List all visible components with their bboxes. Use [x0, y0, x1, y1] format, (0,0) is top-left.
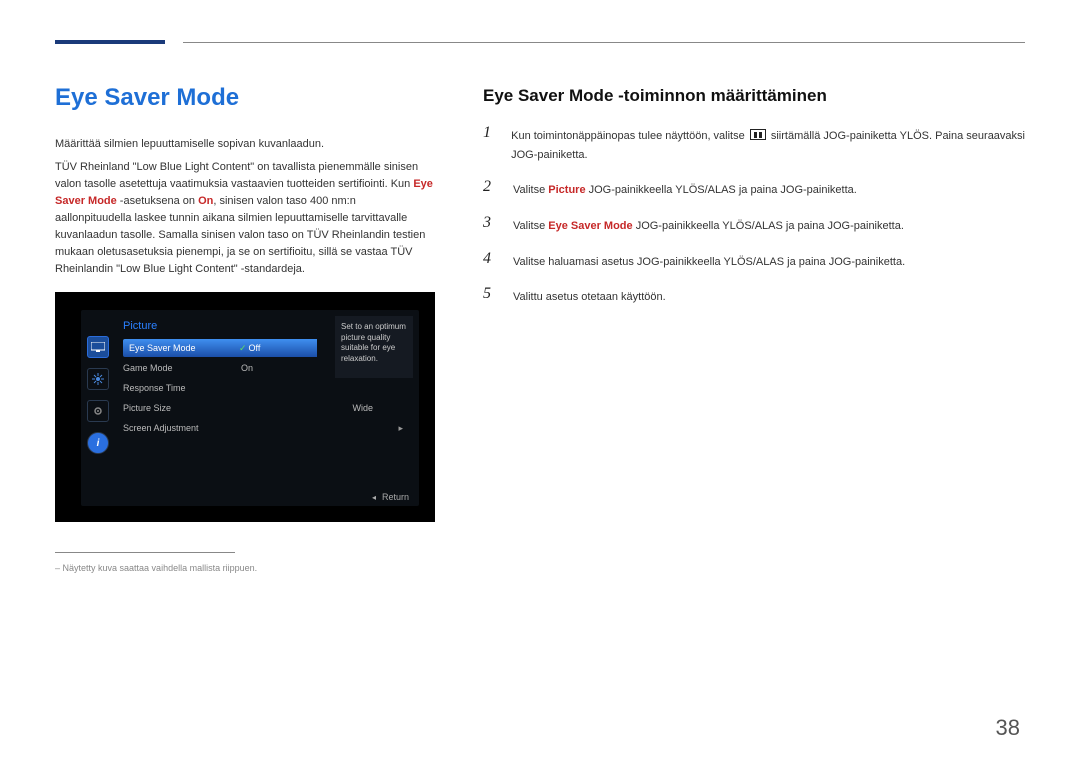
step4: Valitse haluamasi asetus JOG-painikkeell… — [513, 250, 905, 272]
monitor-icon — [87, 336, 109, 358]
intro2d-highlight: On — [198, 195, 213, 207]
intro2c: -asetuksena on — [117, 195, 198, 207]
step-2: 2 Valitse Picture JOG-painikkeella YLÖS/… — [483, 178, 1025, 200]
step-number: 4 — [483, 250, 497, 268]
step-5: 5 Valittu asetus otetaan käyttöön. — [483, 285, 1025, 307]
step3a: Valitse — [513, 220, 548, 232]
triangle-left-icon: ◂ — [372, 493, 376, 502]
osd-eye-saver-value: Off — [249, 343, 261, 353]
step-3: 3 Valitse Eye Saver Mode JOG-painikkeell… — [483, 214, 1025, 236]
footnote: Näytetty kuva saattaa vaihdella mallista… — [55, 563, 435, 573]
step2b-highlight: Picture — [548, 184, 585, 196]
page-title-left: Eye Saver Mode — [55, 84, 435, 112]
settings-icon — [87, 368, 109, 390]
osd-row-screen-adjustment: Screen Adjustment ▸ — [115, 418, 419, 438]
step-number: 3 — [483, 214, 497, 232]
step-number: 1 — [483, 124, 495, 142]
step1a: Kun toimintonäppäinopas tulee näyttöön, … — [511, 130, 748, 142]
step-1: 1 Kun toimintonäppäinopas tulee näyttöön… — [483, 124, 1025, 164]
osd-description: Set to an optimum picture quality suitab… — [335, 316, 413, 378]
menu-button-icon — [750, 129, 766, 140]
osd-return-label: Return — [382, 492, 409, 502]
osd-row-response-time: Response Time — [115, 378, 419, 398]
intro2a: TÜV Rheinland "Low Blue Light Content" o… — [55, 161, 418, 190]
step2a: Valitse — [513, 184, 548, 196]
intro-paragraph-2: TÜV Rheinland "Low Blue Light Content" o… — [55, 159, 435, 278]
osd-game-mode-value: On — [233, 359, 319, 377]
step5: Valittu asetus otetaan käyttöön. — [513, 285, 666, 307]
osd-screenshot: i Picture Eye Saver Mode ✓Off Game Mode … — [55, 292, 435, 522]
chevron-right-icon: ▸ — [273, 423, 419, 434]
gear-icon — [87, 400, 109, 422]
osd-picture-size-label: Picture Size — [123, 403, 233, 413]
osd-eye-saver-label: Eye Saver Mode — [123, 339, 231, 357]
check-icon: ✓ — [239, 343, 247, 353]
steps-list: 1 Kun toimintonäppäinopas tulee näyttöön… — [483, 124, 1025, 307]
page-number: 38 — [996, 715, 1020, 741]
step-4: 4 Valitse haluamasi asetus JOG-painikkee… — [483, 250, 1025, 272]
footnote-rule — [55, 552, 235, 553]
page-title-right: Eye Saver Mode -toiminnon määrittäminen — [483, 86, 1025, 106]
top-rule — [55, 40, 1025, 44]
info-icon: i — [87, 432, 109, 454]
osd-picture-size-value: Wide — [233, 399, 383, 417]
intro2e: , sinisen valon taso 400 nm:n aallonpitu… — [55, 195, 425, 275]
step3b-highlight: Eye Saver Mode — [548, 220, 632, 232]
osd-screen-adjustment-label: Screen Adjustment — [123, 423, 273, 433]
step2c: JOG-painikkeella YLÖS/ALAS ja paina JOG-… — [586, 184, 857, 196]
osd-response-time-label: Response Time — [123, 383, 233, 393]
intro-paragraph-1: Määrittää silmien lepuuttamiselle sopiva… — [55, 136, 435, 153]
step3c: JOG-painikkeella YLÖS/ALAS ja paina JOG-… — [633, 220, 904, 232]
osd-game-mode-label: Game Mode — [123, 363, 233, 373]
osd-row-picture-size: Picture Size Wide — [115, 398, 419, 418]
step-number: 2 — [483, 178, 497, 196]
step-number: 5 — [483, 285, 497, 303]
